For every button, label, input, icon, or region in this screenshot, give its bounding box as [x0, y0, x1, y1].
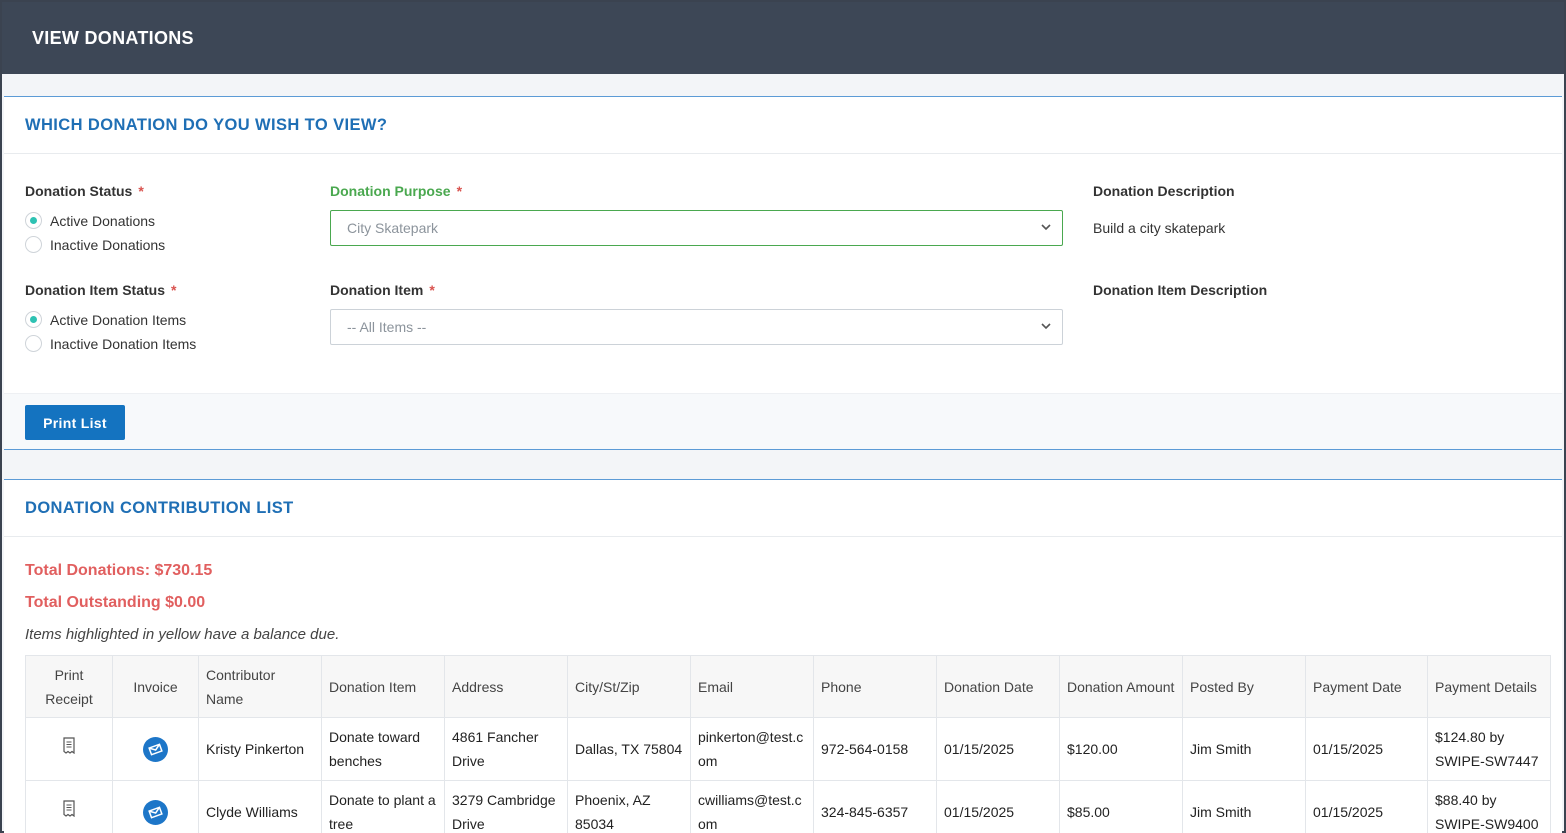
col-address[interactable]: Address	[444, 655, 568, 718]
filter-actions: Print List	[4, 393, 1562, 449]
email-invoice-icon[interactable]	[143, 799, 168, 825]
col-payment-date[interactable]: Payment Date	[1305, 655, 1428, 718]
col-donation-item[interactable]: Donation Item	[321, 655, 445, 718]
invoice-cell[interactable]	[112, 780, 199, 833]
donation-amount: $85.00	[1059, 780, 1183, 833]
donation-purpose-select[interactable]: City Skatepark	[330, 210, 1063, 246]
page-title: VIEW DONATIONS	[32, 27, 194, 48]
col-print-receipt[interactable]: Print Receipt	[25, 655, 113, 718]
payment-details: $88.40 by SWIPE-SW9400	[1427, 780, 1551, 833]
contribution-table: Print Receipt Invoice Contributor Name D…	[25, 655, 1551, 833]
phone: 972-564-0158	[813, 717, 937, 781]
radio-active-donations[interactable]: Active Donations	[25, 212, 155, 229]
col-email[interactable]: Email	[690, 655, 814, 718]
radio-off-icon[interactable]	[25, 236, 42, 253]
donation-item-label: Donation Item *	[330, 282, 435, 298]
city-st-zip: Dallas, TX 75804	[567, 717, 691, 781]
radio-on-icon[interactable]	[25, 212, 42, 229]
item-description-label: Donation Item Description	[1093, 282, 1268, 298]
donation-item: Donate toward benches	[321, 717, 445, 781]
donation-status-label: Donation Status *	[25, 183, 144, 199]
payment-details: $124.80 by SWIPE-SW7447	[1427, 717, 1551, 781]
radio-inactive-donations[interactable]: Inactive Donations	[25, 236, 165, 253]
balance-note: Items highlighted in yellow have a balan…	[25, 626, 340, 643]
donation-item: Donate to plant a tree	[321, 780, 445, 833]
phone: 324-845-6357	[813, 780, 937, 833]
top-bar: VIEW DONATIONS	[2, 2, 1564, 74]
print-receipt-cell[interactable]	[25, 780, 113, 833]
contributor-name: Kristy Pinkerton	[198, 717, 322, 781]
donation-date: 01/15/2025	[936, 717, 1060, 781]
email: cwilliams@test.com	[690, 780, 814, 833]
email-invoice-icon[interactable]	[143, 736, 168, 762]
table-row: Kristy Pinkerton Donate toward benches 4…	[25, 717, 1551, 781]
receipt-icon[interactable]	[62, 800, 76, 818]
col-posted-by[interactable]: Posted By	[1182, 655, 1306, 718]
item-status-label: Donation Item Status *	[25, 282, 177, 298]
col-donation-amount[interactable]: Donation Amount	[1059, 655, 1183, 718]
col-payment-details[interactable]: Payment Details	[1427, 655, 1551, 718]
donation-date: 01/15/2025	[936, 780, 1060, 833]
contributor-name: Clyde Williams	[198, 780, 322, 833]
col-donation-date[interactable]: Donation Date	[936, 655, 1060, 718]
email: pinkerton@test.com	[690, 717, 814, 781]
total-donations: Total Donations: $730.15	[25, 562, 213, 579]
table-row: Clyde Williams Donate to plant a tree 32…	[25, 780, 1551, 833]
radio-inactive-items[interactable]: Inactive Donation Items	[25, 335, 196, 352]
col-phone[interactable]: Phone	[813, 655, 937, 718]
col-contributor-name[interactable]: Contributor Name	[198, 655, 322, 718]
address: 4861 Fancher Drive	[444, 717, 568, 781]
posted-by: Jim Smith	[1182, 780, 1306, 833]
address: 3279 Cambridge Drive	[444, 780, 568, 833]
filter-panel: WHICH DONATION DO YOU WISH TO VIEW? Dona…	[4, 96, 1562, 450]
table-header-row: Print Receipt Invoice Contributor Name D…	[25, 655, 1551, 718]
radio-active-items[interactable]: Active Donation Items	[25, 311, 186, 328]
chevron-down-icon	[1041, 323, 1051, 330]
filter-panel-title: WHICH DONATION DO YOU WISH TO VIEW?	[4, 97, 1562, 154]
donation-description-value: Build a city skatepark	[1093, 220, 1226, 236]
city-st-zip: Phoenix, AZ 85034	[567, 780, 691, 833]
radio-on-icon[interactable]	[25, 311, 42, 328]
posted-by: Jim Smith	[1182, 717, 1306, 781]
print-receipt-cell[interactable]	[25, 717, 113, 781]
col-invoice[interactable]: Invoice	[112, 655, 199, 718]
donation-purpose-label: Donation Purpose *	[330, 183, 463, 199]
donation-amount: $120.00	[1059, 717, 1183, 781]
receipt-icon[interactable]	[62, 737, 76, 755]
chevron-down-icon	[1041, 224, 1051, 231]
col-city[interactable]: City/St/Zip	[567, 655, 691, 718]
payment-date: 01/15/2025	[1305, 780, 1428, 833]
payment-date: 01/15/2025	[1305, 717, 1428, 781]
invoice-cell[interactable]	[112, 717, 199, 781]
total-outstanding: Total Outstanding $0.00	[25, 594, 206, 611]
list-panel-title: DONATION CONTRIBUTION LIST	[4, 480, 1562, 537]
radio-off-icon[interactable]	[25, 335, 42, 352]
print-list-button[interactable]: Print List	[25, 405, 125, 440]
donation-item-select[interactable]: -- All Items --	[330, 309, 1063, 345]
donation-description-label: Donation Description	[1093, 183, 1235, 199]
contribution-list-panel: DONATION CONTRIBUTION LIST Total Donatio…	[4, 479, 1562, 833]
